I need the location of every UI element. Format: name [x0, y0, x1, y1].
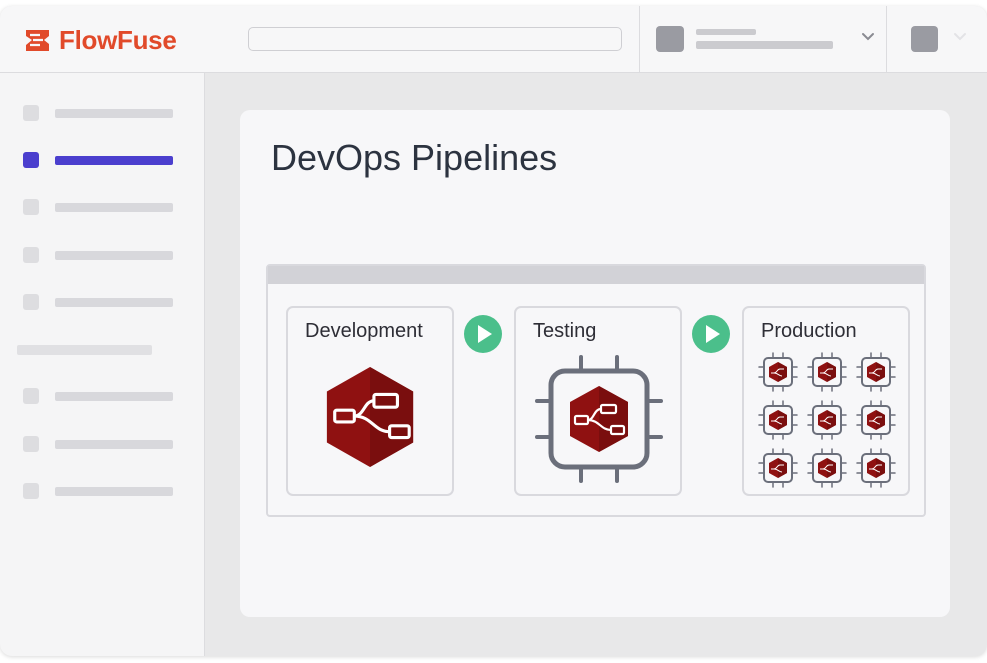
sidebar-item-icon	[23, 199, 39, 215]
play-icon	[478, 325, 492, 343]
user-avatar[interactable]	[911, 26, 938, 52]
sidebar-item-4[interactable]	[22, 245, 182, 265]
sidebar-item-label-placeholder	[55, 440, 173, 449]
stage-label: Testing	[533, 320, 597, 342]
sidebar-item-label-placeholder	[55, 203, 173, 212]
sidebar-item-3[interactable]	[22, 197, 182, 217]
sidebar-item-1[interactable]	[22, 103, 182, 123]
sidebar-item-label-placeholder	[55, 251, 173, 260]
sidebar-item-5[interactable]	[22, 292, 182, 312]
sidebar-item-icon	[23, 294, 39, 310]
topbar-divider	[639, 6, 640, 72]
chip-grid-icon	[758, 352, 896, 488]
sidebar-item-7[interactable]	[22, 434, 182, 454]
team-name-placeholder	[696, 41, 833, 49]
stage-label: Development	[305, 320, 423, 342]
page-title: DevOps Pipelines	[271, 137, 558, 178]
pipeline-panel: Development Testing Production	[266, 264, 926, 517]
stage-label: Production	[761, 320, 857, 342]
sidebar-item-label-placeholder	[55, 156, 173, 165]
run-pipeline-button[interactable]	[692, 315, 730, 353]
main-card: DevOps Pipelines Development Testing Pro…	[240, 110, 950, 617]
sidebar-item-icon	[23, 152, 39, 168]
sidebar-item-icon	[23, 105, 39, 121]
chip-node-red-icon	[535, 355, 663, 483]
stage-development[interactable]: Development	[286, 306, 454, 496]
team-subtitle-placeholder	[696, 29, 756, 35]
play-icon	[706, 325, 720, 343]
sidebar	[0, 73, 205, 656]
sidebar-item-pipelines[interactable]	[22, 150, 182, 170]
sidebar-item-label-placeholder	[55, 487, 173, 496]
run-pipeline-button[interactable]	[464, 315, 502, 353]
stage-testing[interactable]: Testing	[514, 306, 682, 496]
sidebar-item-8[interactable]	[22, 481, 182, 501]
pipeline-header-bar	[268, 266, 924, 284]
sidebar-item-label-placeholder	[55, 109, 173, 118]
stage-production[interactable]: Production	[742, 306, 910, 496]
brand-name: FlowFuse	[59, 25, 177, 55]
team-chevron-down-icon[interactable]	[861, 32, 875, 42]
team-avatar[interactable]	[656, 26, 684, 52]
sidebar-item-icon	[23, 483, 39, 499]
app-window: FlowFuse DevOps Pipelines Development Te…	[0, 6, 987, 656]
flowfuse-logo[interactable]: FlowFuse	[24, 27, 177, 53]
flowfuse-logo-icon	[26, 29, 49, 51]
sidebar-item-icon	[23, 436, 39, 452]
sidebar-item-icon	[23, 388, 39, 404]
node-red-hexagon-icon	[326, 367, 414, 467]
sidebar-item-icon	[23, 247, 39, 263]
topbar-divider	[886, 6, 887, 72]
search-input[interactable]	[248, 27, 622, 51]
user-chevron-down-icon[interactable]	[953, 32, 967, 42]
sidebar-item-label-placeholder	[55, 392, 173, 401]
top-bar: FlowFuse	[0, 6, 987, 73]
sidebar-section-header-placeholder	[17, 345, 152, 355]
sidebar-item-6[interactable]	[22, 386, 182, 406]
sidebar-item-label-placeholder	[55, 298, 173, 307]
